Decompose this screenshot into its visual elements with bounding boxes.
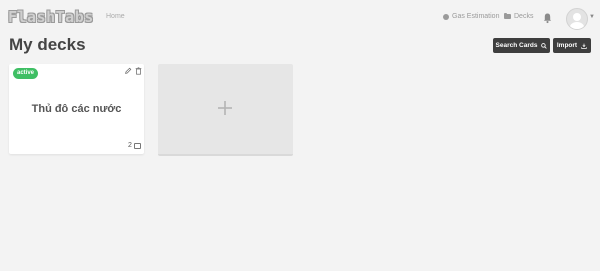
top-navigation-bar: FlashTabs Home Gas Estimation Decks ▼ [0, 0, 600, 36]
pencil-icon[interactable] [124, 67, 132, 75]
gas-icon [443, 13, 449, 20]
app-logo[interactable]: FlashTabs [8, 9, 94, 26]
nav-decks-label: Decks [514, 13, 534, 20]
nav-home-link[interactable]: Home [106, 13, 125, 20]
search-cards-button[interactable]: Search Cards [493, 38, 550, 53]
search-cards-label: Search Cards [495, 42, 538, 49]
deck-card-count: 2 [128, 142, 141, 149]
search-icon [541, 42, 548, 49]
import-icon [581, 43, 587, 49]
deck-card-count-value: 2 [128, 142, 132, 149]
import-button[interactable]: Import [553, 38, 591, 53]
import-label: Import [556, 42, 578, 49]
deck-card[interactable]: active Thủ đô các nước 2 [9, 64, 144, 154]
status-badge: active [13, 68, 39, 79]
user-avatar[interactable] [566, 8, 588, 30]
page-title: My decks [9, 35, 86, 54]
deck-title: Thủ đô các nước [31, 103, 122, 115]
add-deck-card[interactable] [158, 64, 293, 156]
nav-decks-link[interactable]: Decks [504, 13, 533, 20]
bell-icon[interactable] [543, 12, 552, 24]
user-avatar-icon [570, 13, 584, 29]
nav-gas-estimation-label: Gas Estimation [452, 13, 500, 20]
folder-icon [504, 13, 511, 19]
cards-icon [133, 142, 141, 149]
plus-icon [218, 101, 232, 115]
trash-icon[interactable] [135, 67, 142, 75]
chevron-down-icon[interactable]: ▼ [589, 14, 595, 20]
nav-gas-estimation-link[interactable]: Gas Estimation [443, 13, 499, 20]
